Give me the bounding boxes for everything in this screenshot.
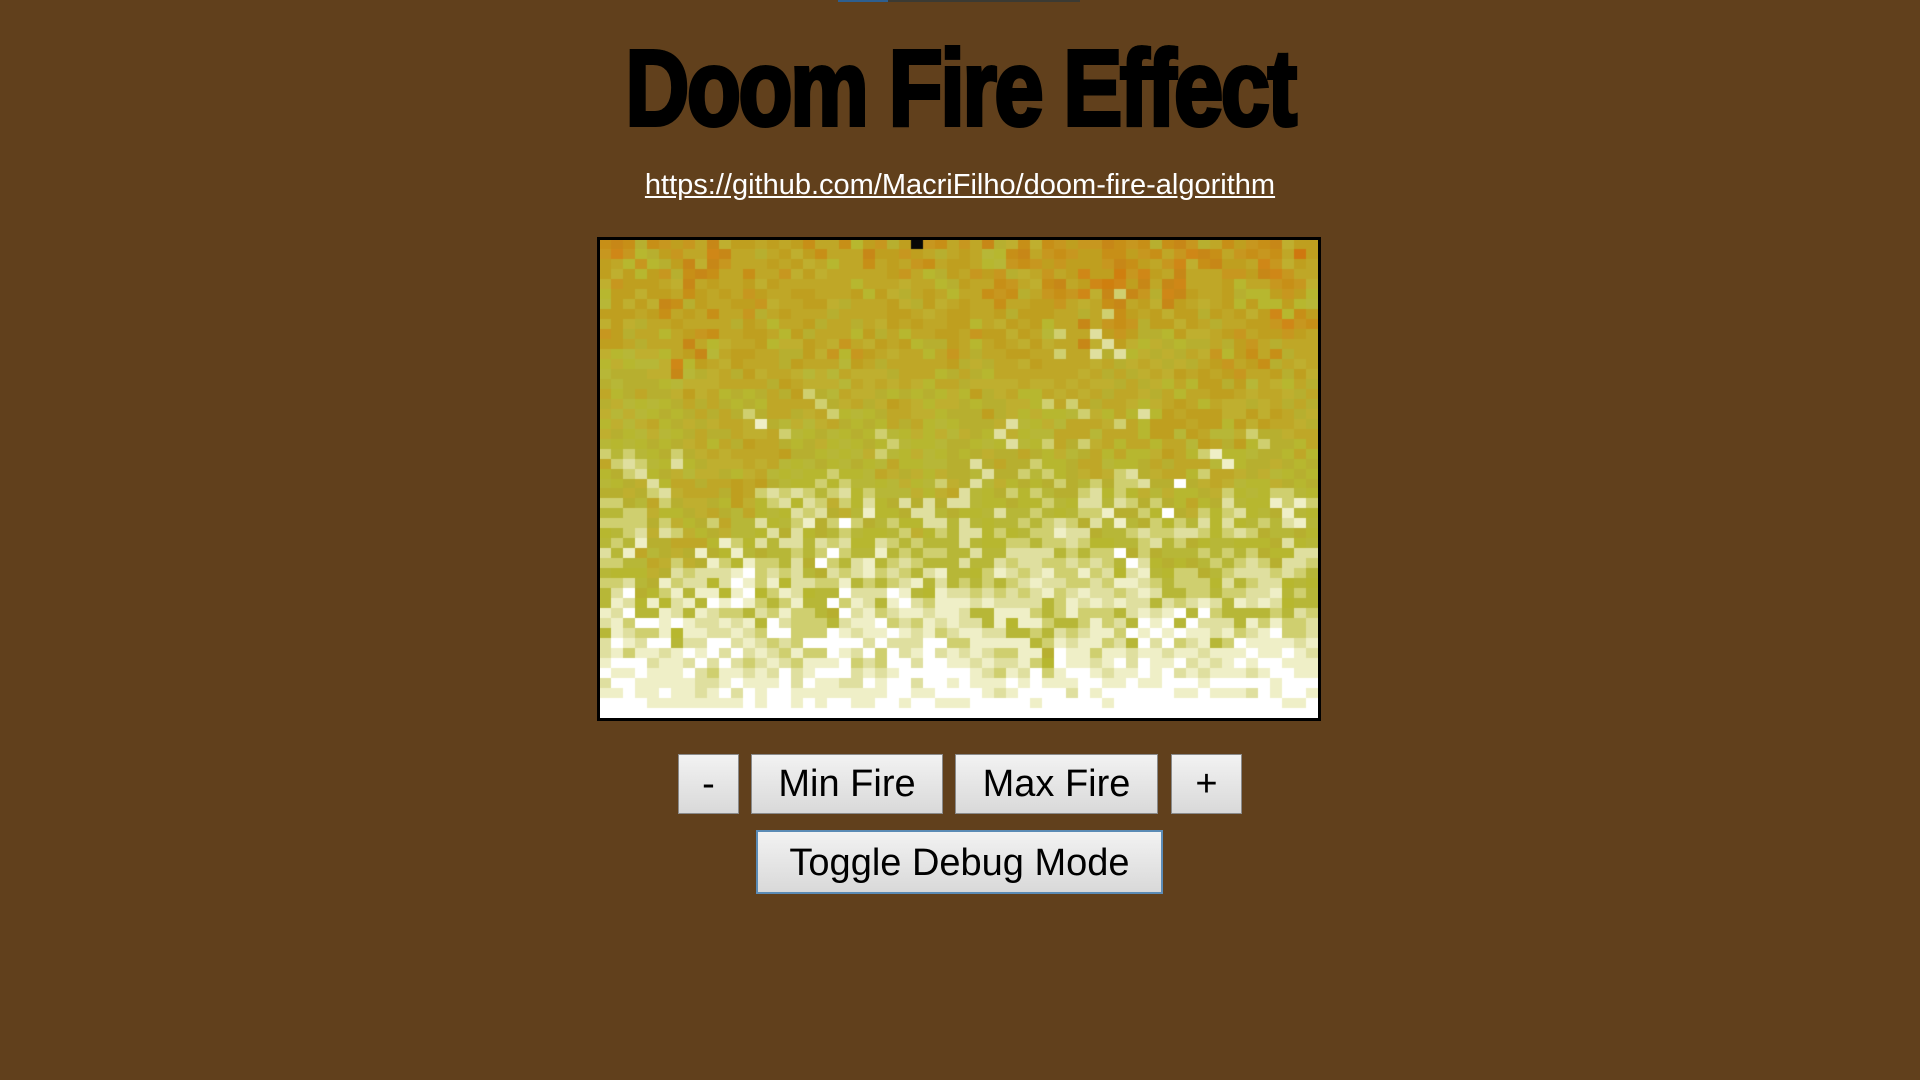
- repo-link-container: https://github.com/MacriFilho/doom-fire-…: [0, 167, 1920, 203]
- min-fire-button[interactable]: Min Fire: [751, 754, 943, 814]
- repo-link[interactable]: https://github.com/MacriFilho/doom-fire-…: [645, 169, 1275, 201]
- top-scrollbar-thumb: [838, 0, 888, 2]
- decrease-fire-button[interactable]: -: [678, 754, 739, 814]
- increase-fire-button[interactable]: +: [1171, 754, 1242, 814]
- fire-canvas: [600, 240, 1318, 718]
- top-scrollbar: [838, 0, 1080, 2]
- max-fire-button[interactable]: Max Fire: [955, 754, 1158, 814]
- toggle-debug-button[interactable]: Toggle Debug Mode: [756, 830, 1163, 894]
- page-title: Doom Fire Effect: [624, 26, 1299, 150]
- fire-canvas-frame: [597, 237, 1321, 721]
- page: Doom Fire Effect https://github.com/Macr…: [0, 0, 1920, 1080]
